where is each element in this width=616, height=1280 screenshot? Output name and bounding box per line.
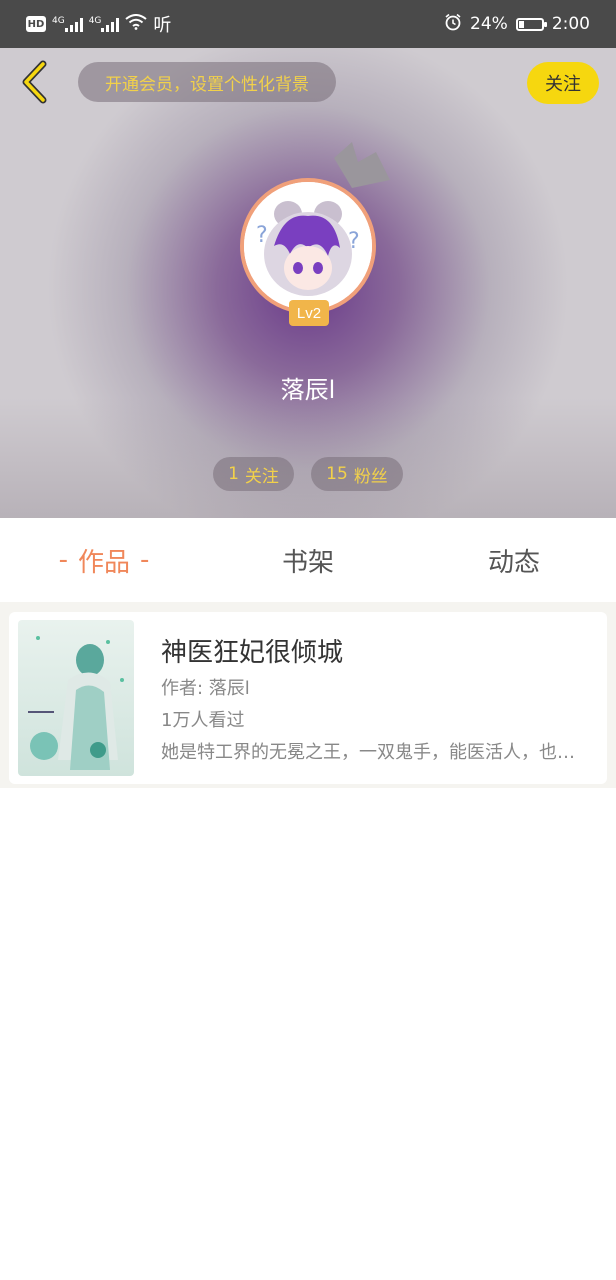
svg-text:?: ? [348,229,360,254]
status-bar-left: HD 4G 4G 听 [26,12,171,36]
status-bar-right: 24% 2:00 [444,12,590,36]
tab-bookshelf-label: 书架 [281,547,334,578]
fans-count: 15 [326,464,348,484]
tab-works[interactable]: - 作品 - [20,518,188,602]
back-button[interactable] [14,60,54,104]
tab-active-dash-right: - [140,545,150,575]
network-type-1: 4G [52,16,65,26]
book-views: 1万人看过 [161,710,245,731]
profile-header: 开通会员，设置个性化背景 关注 ? ? Lv2 落辰l 1 关注 15 粉丝 [0,48,616,518]
vip-background-prompt[interactable]: 开通会员，设置个性化背景 [78,62,336,102]
book-author: 作者: 落辰l [161,678,250,699]
level-badge: Lv2 [289,300,329,326]
fans-stat[interactable]: 15 粉丝 [311,457,403,491]
status-bar: HD 4G 4G 听 24% 2:00 [0,0,616,48]
following-count: 1 [228,464,239,484]
book-card[interactable]: 神医狂妃很倾城 作者: 落辰l 1万人看过 她是特工界的无冕之王，一双鬼手，能医… [9,612,607,784]
profile-tabs: - 作品 - 书架 动态 [0,518,616,602]
username: 落辰l [280,376,336,404]
battery-icon [515,17,547,31]
following-label: 关注 [244,466,279,487]
signal-bars-icon [101,16,120,32]
following-stat[interactable]: 1 关注 [213,457,294,491]
book-cover-image [18,620,134,776]
signal-2: 4G [89,16,120,32]
back-chevron-icon [22,60,47,104]
tab-works-label: 作品 [77,547,130,578]
listen-icon: 听 [153,15,172,36]
follow-button[interactable]: 关注 [527,62,599,104]
clock: 2:00 [551,14,590,34]
book-description: 她是特工界的无冕之王，一双鬼手，能医活人，也能医死人 [161,742,591,763]
network-type-2: 4G [88,16,102,26]
tab-bookshelf[interactable]: 书架 [224,518,392,602]
fans-label: 粉丝 [353,466,388,487]
hd-icon: HD [26,16,46,32]
svg-text:?: ? [256,223,268,248]
book-title: 神医狂妃很倾城 [161,638,344,668]
avatar[interactable]: ? ? [240,178,376,314]
signal-1: 4G [52,16,83,32]
avatar-image: ? ? [244,182,372,310]
battery-percent: 24% [470,14,508,34]
tab-feed-label: 动态 [487,547,540,578]
alarm-icon [444,13,462,36]
signal-bars-icon [64,16,83,32]
wifi-icon [125,13,148,35]
tab-active-dash-left: - [58,545,68,575]
tab-feed[interactable]: 动态 [430,518,598,602]
